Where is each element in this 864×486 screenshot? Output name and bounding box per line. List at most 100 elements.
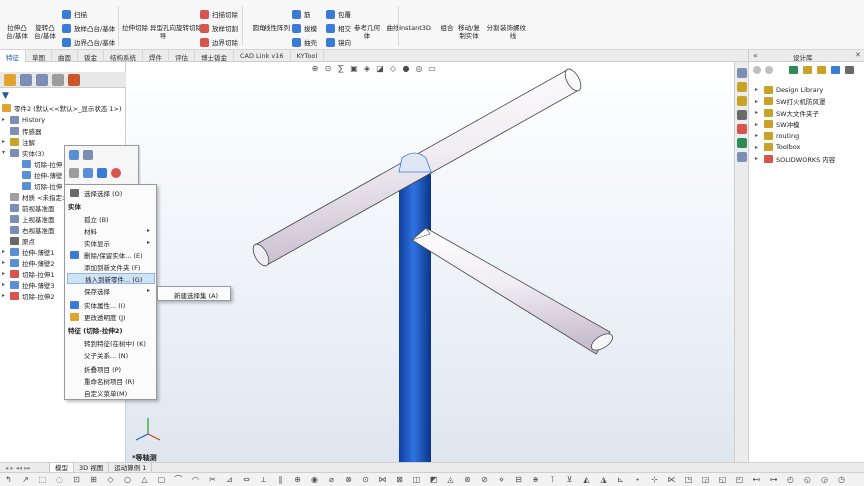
close-pane-icon[interactable]: ✕ — [855, 51, 861, 59]
angled-tube[interactable] — [411, 227, 615, 355]
model-view[interactable]: *等轴测 — [126, 62, 748, 462]
ribbon-button-3[interactable]: 异型孔向导 — [150, 8, 176, 40]
library-item[interactable]: ▸ SW大文件夹子 — [755, 107, 819, 118]
sketch-tool-icon[interactable]: ◇ — [106, 475, 115, 484]
expand-arrow-icon[interactable]: ▸ — [2, 248, 10, 255]
ribbon-button-1[interactable]: 旋转凸台/基体 — [32, 8, 58, 40]
sketch-tool-icon[interactable]: ⊺ — [548, 475, 557, 484]
solidworks-forum-tab-icon[interactable] — [737, 152, 747, 162]
tree-item[interactable]: 拉伸-薄壁 — [14, 169, 62, 180]
tree-item[interactable]: ▸ 切除-拉伸2 — [2, 290, 54, 301]
tab-1[interactable]: 草图 — [26, 50, 52, 62]
tab-3[interactable]: 钣金 — [78, 50, 104, 62]
tree-item[interactable]: 材质 <未指定> — [2, 191, 67, 202]
tree-item[interactable]: ▾ 实体(3) — [2, 147, 44, 158]
rollback-icon[interactable] — [97, 168, 107, 178]
tab-8[interactable]: CAD Link v16 — [234, 50, 291, 62]
graphics-area[interactable]: *等轴测 — [126, 62, 748, 462]
sketch-tool-icon[interactable]: ↰ — [4, 475, 13, 484]
zoom-to-fit-icon[interactable]: ⊕ — [310, 64, 320, 74]
sketch-tool-icon[interactable]: ✂ — [208, 475, 217, 484]
context-menu-item[interactable]: 插入到新零件... (G) — [67, 273, 155, 284]
sketch-tool-icon[interactable]: ⊘ — [480, 475, 489, 484]
edit-appearance-icon[interactable]: ● — [401, 64, 411, 74]
expand-arrow-icon[interactable]: ▸ — [755, 144, 764, 151]
sketch-tool-icon[interactable]: ◭ — [582, 475, 591, 484]
hide-icon[interactable] — [83, 150, 93, 160]
sketch-tool-icon[interactable]: ◱ — [718, 475, 727, 484]
tab-5[interactable]: 焊件 — [143, 50, 169, 62]
add-to-library-icon[interactable] — [789, 66, 798, 74]
sketch-tool-icon[interactable]: ⌀ — [327, 475, 336, 484]
collapse-pane-icon[interactable]: « — [753, 51, 758, 60]
sketch-tool-icon[interactable]: ◵ — [803, 475, 812, 484]
library-item[interactable]: ▸ routing — [755, 130, 799, 141]
view-palette-tab-icon[interactable] — [737, 110, 747, 120]
sketch-tool-icon[interactable]: ◶ — [820, 475, 829, 484]
tab-6[interactable]: 评估 — [169, 50, 195, 62]
tree-item[interactable]: ▸ 切除-拉伸1 — [2, 268, 54, 279]
sketch-tool-icon[interactable]: ⊾ — [616, 475, 625, 484]
boundary-cut-button[interactable]: 边界切除 — [200, 36, 238, 48]
appearances-tab-icon[interactable] — [737, 124, 747, 134]
custom-properties-tab-icon[interactable] — [737, 138, 747, 148]
section-view-icon[interactable]: ▣ — [349, 64, 359, 74]
view-orientation-icon[interactable]: ◈ — [362, 64, 372, 74]
wrap-button[interactable]: 包覆 — [326, 8, 351, 20]
expand-arrow-icon[interactable]: ▸ — [2, 281, 10, 288]
edit-feature-icon[interactable] — [69, 168, 79, 178]
sketch-tool-icon[interactable]: ◷ — [837, 475, 846, 484]
sketch-tool-icon[interactable]: ⊕ — [293, 475, 302, 484]
sketch-tool-icon[interactable]: ▢ — [157, 475, 166, 484]
tree-item[interactable]: 原点 — [2, 235, 35, 246]
sketch-tool-icon[interactable]: ⊗ — [344, 475, 353, 484]
appearance-icon[interactable] — [111, 168, 121, 178]
expand-arrow-icon[interactable]: ▾ — [2, 149, 10, 156]
context-menu-item[interactable]: 更改透明度 (J) — [67, 311, 155, 322]
sketch-tool-icon[interactable]: ⊛ — [463, 475, 472, 484]
sketch-tool-icon[interactable]: ◳ — [684, 475, 693, 484]
tree-item[interactable]: ▸ History — [2, 114, 45, 125]
sketch-tool-icon[interactable]: ◬ — [446, 475, 455, 484]
library-item[interactable]: ▸ SW打火机防风罩 — [755, 96, 826, 107]
forward-icon[interactable] — [765, 66, 773, 74]
apply-scene-icon[interactable]: ◎ — [414, 64, 424, 74]
sketch-tool-icon[interactable]: ⊶ — [769, 475, 778, 484]
sketch-tool-icon[interactable]: ○ — [123, 475, 132, 484]
sketch-tool-icon[interactable]: ⊞ — [89, 475, 98, 484]
library-item[interactable]: ▸ SOLIDWORKS 内容 — [755, 153, 835, 164]
library-item[interactable]: ▸ SW冲模 — [755, 119, 800, 130]
sketch-tool-icon[interactable]: ◉ — [310, 475, 319, 484]
sketch-tool-icon[interactable]: ∥ — [276, 475, 285, 484]
tree-item[interactable]: ▸ 拉伸-薄壁2 — [2, 257, 54, 268]
filter-row[interactable]: ▼ — [2, 90, 9, 101]
expand-arrow-icon[interactable]: ▸ — [755, 121, 764, 128]
zoom-area-icon[interactable]: ⊙ — [323, 64, 333, 74]
sketch-tool-icon[interactable]: ◲ — [701, 475, 710, 484]
ribbon-button-13[interactable]: 装饰螺纹线 — [500, 8, 526, 40]
property-manager-tab-icon[interactable] — [20, 74, 32, 86]
hide-show-items-icon[interactable]: ◇ — [388, 64, 398, 74]
tab-0[interactable]: 特征 — [0, 50, 26, 62]
tree-item[interactable]: ▸ 拉伸-薄壁1 — [2, 246, 54, 257]
context-menu-item[interactable]: 材料 ▸ — [67, 225, 155, 236]
ribbon-button-0[interactable]: 拉伸凸台/基体 — [4, 8, 30, 40]
dimxpert-tab-icon[interactable] — [52, 74, 64, 86]
sketch-tool-icon[interactable]: ◌ — [55, 475, 64, 484]
loft-button[interactable]: 放样凸台/基体 — [62, 22, 115, 34]
sketch-tool-icon[interactable]: ⋄ — [497, 475, 506, 484]
expand-arrow-icon[interactable]: ▸ — [2, 116, 10, 123]
sketch-tool-icon[interactable]: ↗ — [21, 475, 30, 484]
context-menu-item[interactable]: 保存选择 ▸ — [67, 285, 155, 296]
create-folder-icon[interactable] — [817, 66, 826, 74]
context-menu-item[interactable]: 删除/保留实体... (E) — [67, 249, 155, 260]
expand-arrow-icon[interactable]: ▸ — [2, 292, 10, 299]
add-file-location-icon[interactable] — [803, 66, 812, 74]
sketch-tool-icon[interactable]: ⇔ — [242, 475, 251, 484]
rib-button[interactable]: 筋 — [292, 8, 311, 20]
sketch-tool-icon[interactable]: ⋇ — [531, 475, 540, 484]
context-menu-item[interactable]: 选择选择 (O) — [67, 187, 155, 198]
sketch-tool-icon[interactable]: ◰ — [735, 475, 744, 484]
expand-arrow-icon[interactable]: ▸ — [2, 138, 10, 145]
tree-item[interactable]: 传感器 — [2, 125, 42, 136]
